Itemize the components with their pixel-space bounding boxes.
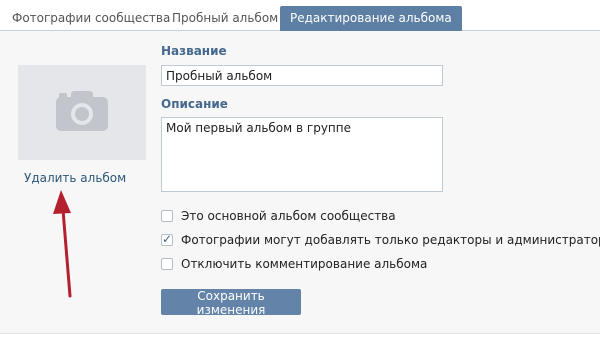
- description-label: Описание: [161, 97, 228, 111]
- tab-edit-album[interactable]: Редактирование альбома: [280, 6, 462, 31]
- option-label: Это основной альбом сообщества: [181, 209, 396, 223]
- album-name-input[interactable]: [161, 65, 443, 86]
- divider: [0, 333, 600, 334]
- album-description-input[interactable]: Мой первый альбом в группе: [161, 117, 443, 192]
- checkmark-icon: ✓: [162, 232, 173, 246]
- main-album-checkbox[interactable]: [161, 210, 173, 222]
- save-changes-button[interactable]: Сохранить изменения: [161, 289, 301, 317]
- tab-bar: Фотографии сообщества Пробный альбом Ред…: [0, 0, 600, 31]
- option-label: Отключить комментирование альбома: [181, 257, 428, 271]
- name-label: Название: [161, 44, 227, 58]
- editors-only-checkbox[interactable]: ✓: [161, 232, 173, 246]
- tab-community-photos[interactable]: Фотографии сообщества: [5, 8, 177, 31]
- delete-album-link[interactable]: Удалить альбом: [24, 171, 126, 185]
- option-label: Фотографии могут добавлять только редакт…: [181, 233, 600, 247]
- camera-icon: [56, 91, 108, 131]
- disable-comments-checkbox[interactable]: [161, 258, 173, 270]
- tab-test-album[interactable]: Пробный альбом: [165, 8, 285, 31]
- album-cover[interactable]: [18, 65, 146, 160]
